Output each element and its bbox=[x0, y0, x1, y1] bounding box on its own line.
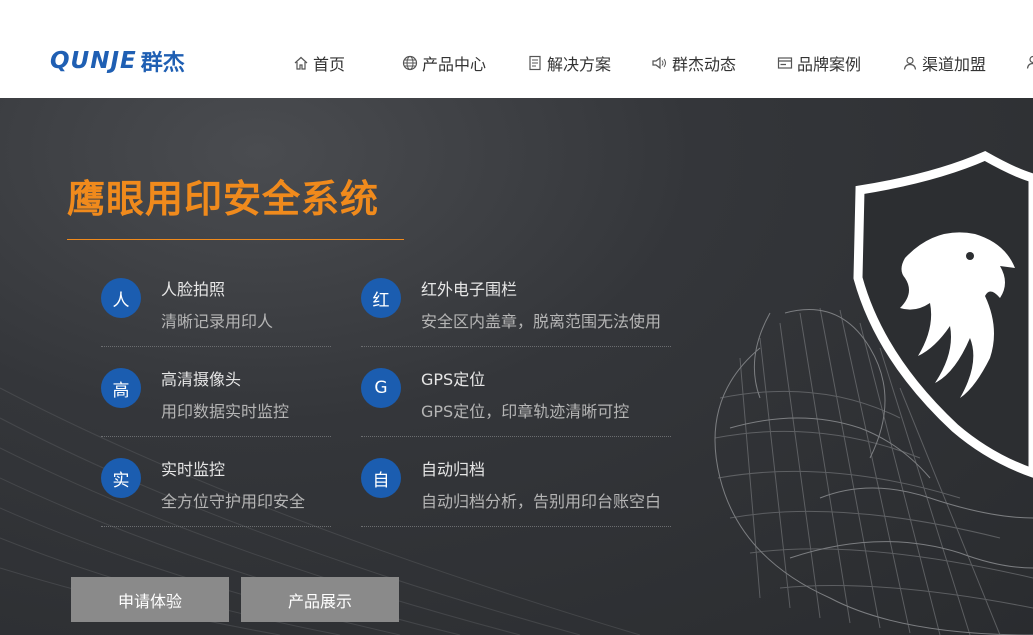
nav-item-news[interactable]: 群杰动态 bbox=[651, 52, 736, 74]
globe-icon bbox=[402, 55, 418, 71]
card-icon bbox=[777, 57, 793, 69]
hero-banner: 鹰眼用印安全系统 人 人脸拍照 清晰记录用印人 红 红外电子围栏 安全区内盖章，… bbox=[0, 98, 1033, 635]
feature-divider bbox=[101, 436, 331, 437]
feature-hd-camera: 高 高清摄像头 用印数据实时监控 bbox=[101, 368, 331, 458]
nav-item-cases[interactable]: 品牌案例 bbox=[777, 52, 861, 74]
feature-gps: G GPS定位 GPS定位，印章轨迹清晰可控 bbox=[361, 368, 671, 458]
feature-badge: 实 bbox=[101, 458, 141, 498]
nav-label: 解决方案 bbox=[547, 55, 612, 74]
feature-infrared-fence: 红 红外电子围栏 安全区内盖章，脱离范围无法使用 bbox=[361, 278, 671, 368]
logo-wordmark: QUNJE bbox=[50, 48, 137, 74]
shield-eagle-logo bbox=[853, 150, 1033, 478]
partial-nav-icon bbox=[1026, 55, 1033, 69]
feature-badge: 红 bbox=[361, 278, 401, 318]
feature-title: GPS定位 bbox=[421, 370, 486, 389]
feature-description: 自动归档分析，告别用印台账空白 bbox=[421, 492, 662, 511]
feature-description: 全方位守护用印安全 bbox=[161, 492, 306, 511]
user-icon bbox=[903, 56, 917, 70]
apply-trial-button[interactable]: 申请体验 bbox=[71, 577, 229, 622]
feature-title: 实时监控 bbox=[161, 460, 226, 479]
title-underline bbox=[67, 239, 404, 240]
feature-divider bbox=[361, 526, 671, 527]
nav-label: 渠道加盟 bbox=[922, 55, 987, 74]
feature-description: GPS定位，印章轨迹清晰可控 bbox=[421, 402, 630, 421]
feature-description: 用印数据实时监控 bbox=[161, 402, 290, 421]
nav-item-partners[interactable]: 渠道加盟 bbox=[902, 52, 986, 74]
feature-title: 自动归档 bbox=[421, 460, 486, 479]
feature-face-photo: 人 人脸拍照 清晰记录用印人 bbox=[101, 278, 331, 368]
feature-badge: 人 bbox=[101, 278, 141, 318]
feature-description: 安全区内盖章，脱离范围无法使用 bbox=[421, 312, 662, 331]
hero-title: 鹰眼用印安全系统 bbox=[67, 177, 380, 221]
feature-description: 清晰记录用印人 bbox=[161, 312, 274, 331]
speaker-icon bbox=[652, 56, 666, 70]
feature-badge: G bbox=[361, 368, 401, 408]
site-header: QUNJE 群杰 首页 产品中心 解决方案 群杰动态 品牌案例 渠道加盟 bbox=[0, 0, 1033, 98]
feature-realtime-monitor: 实 实时监控 全方位守护用印安全 bbox=[101, 458, 331, 548]
feature-title: 红外电子围栏 bbox=[421, 280, 518, 299]
nav-item-home[interactable]: 首页 bbox=[293, 52, 345, 74]
nav-label: 产品中心 bbox=[422, 55, 487, 74]
feature-divider bbox=[361, 436, 671, 437]
feature-auto-archive: 自 自动归档 自动归档分析，告别用印台账空白 bbox=[361, 458, 671, 548]
product-showcase-button[interactable]: 产品展示 bbox=[241, 577, 399, 622]
feature-title: 高清摄像头 bbox=[161, 370, 242, 389]
nav-label: 品牌案例 bbox=[797, 55, 862, 74]
feature-divider bbox=[101, 346, 331, 347]
logo-chinese-name: 群杰 bbox=[140, 51, 185, 76]
feature-divider bbox=[361, 346, 671, 347]
feature-divider bbox=[101, 526, 331, 527]
nav-item-solutions[interactable]: 解决方案 bbox=[527, 52, 611, 74]
nav-item-products[interactable]: 产品中心 bbox=[402, 52, 486, 74]
document-icon bbox=[529, 55, 541, 71]
brand-logo[interactable]: QUNJE 群杰 bbox=[50, 44, 185, 78]
feature-badge: 高 bbox=[101, 368, 141, 408]
nav-label: 首页 bbox=[313, 55, 346, 74]
nav-label: 群杰动态 bbox=[672, 55, 737, 74]
feature-badge: 自 bbox=[361, 458, 401, 498]
feature-title: 人脸拍照 bbox=[161, 280, 226, 299]
home-icon bbox=[294, 56, 308, 70]
